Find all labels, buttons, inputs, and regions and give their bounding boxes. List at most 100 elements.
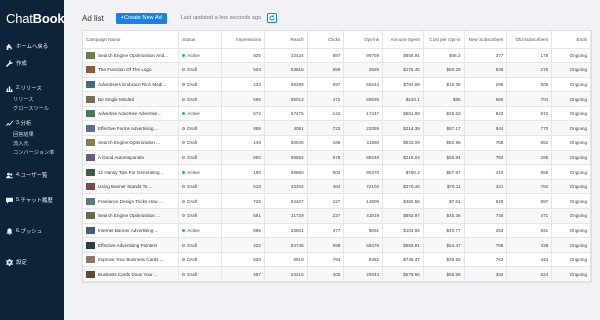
sidebar-item-label: 作成	[16, 61, 27, 67]
new-subscribers-cell: 798	[464, 237, 508, 253]
sidebar-sub-inflow[interactable]: 流入元	[0, 139, 64, 148]
create-new-ad-button[interactable]: +Create New Ad	[115, 12, 167, 24]
campaign-name-cell[interactable]: A Good Autoresponder	[83, 150, 180, 166]
opt-ins-cell: 99759	[343, 48, 384, 64]
campaign-name[interactable]: Advertisers Embrace Rich Medi...	[98, 82, 166, 87]
impressions-cell: 725	[221, 193, 265, 210]
old-subscribers-cell: 624	[506, 266, 553, 282]
table-row[interactable]: Effective Advertising Pointers Draft 422 84…	[83, 237, 591, 253]
column-header-new-subscribers[interactable]: New Subscribers	[464, 31, 508, 49]
campaign-name[interactable]: Internet Banner Advertising ...	[98, 228, 159, 233]
campaign-name-cell[interactable]: Advertisers Embrace Rich Medi...	[83, 77, 180, 93]
campaign-name[interactable]: The Function Of The Logo	[98, 67, 152, 72]
table-row[interactable]: Business Cards Dous Your ... Draft 497 2421…	[83, 266, 591, 282]
sidebar-item-release[interactable]: 2. リリース	[0, 81, 64, 95]
sidebar-item-create[interactable]: 作成	[0, 56, 64, 70]
campaign-name-cell[interactable]: 12 Handy Tips For Generating ...	[83, 164, 180, 180]
amount-spent-cell: $790.2	[382, 164, 424, 180]
column-header-cost-per-opt-in[interactable]: Cost per Opt-in	[423, 31, 465, 49]
column-header-ends[interactable]: Ends	[551, 31, 591, 49]
campaign-name-cell[interactable]: Using Banner Stands To ...	[83, 179, 180, 195]
cost-per-opt-in-cell: $40.77	[423, 223, 465, 239]
table-row[interactable]: Using Banner Stands To ... Draft 618 43204 4…	[83, 179, 591, 195]
column-header-clicks[interactable]: Clicks	[307, 31, 345, 49]
campaign-name[interactable]: 12 Handy Tips For Generating ...	[98, 170, 165, 175]
campaign-name[interactable]: Be Single Minded	[98, 97, 134, 102]
campaign-name-cell[interactable]: Freelance Design Tricks How ...	[83, 193, 180, 210]
table-row[interactable]: Search Engine Optimization ... Draft 149 50…	[83, 135, 591, 151]
campaign-thumbnail	[86, 270, 95, 278]
column-header-impressions[interactable]: Impressions	[221, 31, 265, 49]
campaign-name[interactable]: Business Cards Dous Your ...	[98, 272, 158, 277]
table-row[interactable]: Be Single Minded Draft 596 85013 472 69826 $23…	[83, 91, 591, 107]
campaign-name-cell[interactable]: Be Single Minded	[83, 91, 180, 107]
old-subscribers-cell: 955	[506, 164, 553, 180]
impressions-cell: 497	[221, 266, 265, 282]
sidebar-item-home[interactable]: ホームへ戻る	[0, 39, 64, 53]
campaign-name[interactable]: Search Engine Optimization ...	[98, 213, 160, 218]
campaign-thumbnail	[86, 256, 95, 264]
ends-cell: Ongoing	[551, 223, 591, 239]
logo-suffix: Book	[32, 10, 65, 26]
sidebar-item-analysis[interactable]: 3. 分析	[0, 116, 64, 130]
table-row[interactable]: Effective Forms Advertising ... Draft 888 4…	[83, 120, 591, 137]
status-dot-icon	[182, 199, 186, 203]
campaign-name-cell[interactable]: Search Engine Optimization ...	[83, 208, 180, 224]
sidebar-sub-results[interactable]: 回答結果	[0, 130, 64, 139]
campaign-name-cell[interactable]: Search Engine Optimization And...	[83, 48, 180, 64]
campaign-name[interactable]: Search Engine Optimization ...	[98, 140, 160, 145]
sidebar-sub-growth-tools[interactable]: グロースツール	[0, 104, 64, 113]
column-header-old-subscribers[interactable]: Old Subscribers	[506, 31, 553, 49]
table-row[interactable]: Internet Banner Advertising ... Active 895…	[83, 223, 591, 239]
campaign-name-cell[interactable]: The Function Of The Logo	[83, 62, 180, 78]
logo[interactable]: Chat Book	[0, 0, 65, 36]
campaign-name-cell[interactable]: Business Cards Dous Your ...	[83, 266, 180, 282]
status-cell: Active	[178, 164, 223, 180]
campaign-name-cell[interactable]: Advertise Advertise Advertise...	[83, 106, 180, 122]
impressions-cell: 581	[221, 208, 265, 224]
sidebar-item-settings[interactable]: 設定	[0, 255, 64, 269]
sidebar-sub-conversion[interactable]: コンバージョン率	[0, 148, 64, 157]
campaign-name-cell[interactable]: Improve Your Business Cards ...	[83, 252, 180, 268]
new-subscribers-cell: 263	[464, 223, 508, 239]
campaign-name[interactable]: Effective Advertising Pointers	[98, 243, 157, 248]
campaign-name-cell[interactable]: Internet Banner Advertising ...	[83, 223, 180, 239]
column-header-campaign-name[interactable]: Campaign Name	[83, 31, 180, 49]
campaign-name[interactable]: Advertise Advertise Advertise...	[98, 111, 161, 116]
table-row[interactable]: Search Engine Optimization And... Active 9…	[83, 48, 591, 64]
refresh-button[interactable]	[267, 13, 278, 23]
table-row[interactable]: Advertise Advertise Advertise... Active 57…	[83, 106, 591, 122]
campaign-name[interactable]: Using Banner Stands To ...	[98, 184, 153, 189]
cost-per-opt-in-cell: $55.89	[423, 266, 465, 282]
table-row[interactable]: Search Engine Optimization ... Draft 581 31…	[83, 208, 591, 224]
table-row[interactable]: Advertisers Embrace Rich Medi... Draft 233…	[83, 77, 591, 93]
campaign-name[interactable]: Effective Forms Advertising ...	[98, 126, 159, 131]
column-header-reach[interactable]: Reach	[264, 31, 308, 49]
table-row[interactable]: Improve Your Business Cards ... Draft 520 6…	[83, 252, 591, 268]
new-subscribers-cell: 763	[464, 252, 508, 268]
sidebar-item-push[interactable]: 6. プッシュ	[0, 224, 64, 238]
campaign-name-cell[interactable]: Effective Advertising Pointers	[83, 237, 180, 253]
campaign-name[interactable]: Improve Your Business Cards ...	[98, 257, 164, 262]
campaign-name[interactable]: Freelance Design Tricks How ...	[98, 199, 163, 204]
table-row[interactable]: A Good Autoresponder Draft 850 95864 578 9824…	[83, 150, 591, 166]
sidebar-sub-release[interactable]: リリース	[0, 95, 64, 104]
sidebar-item-users[interactable]: 4. ユーザー覧	[0, 168, 64, 182]
status-cell: Draft	[178, 252, 223, 268]
table-row[interactable]: Freelance Design Tricks How ... Draft 725 8…	[83, 193, 591, 210]
campaign-name[interactable]: A Good Autoresponder	[98, 155, 144, 160]
sidebar-item-chat-history[interactable]: 5. チャット履歴	[0, 193, 64, 207]
campaign-name[interactable]: Search Engine Optimization And...	[98, 53, 168, 58]
table-row[interactable]: The Function Of The Logo Draft 504 53815 859…	[83, 62, 591, 78]
column-header-status[interactable]: Status	[178, 31, 223, 49]
cost-per-opt-in-cell: $56.84	[423, 150, 465, 166]
table-row[interactable]: 12 Handy Tips For Generating ... Active 19…	[83, 164, 591, 180]
column-header-amount-spent[interactable]: Amount-Spent	[382, 31, 424, 49]
campaign-name-cell[interactable]: Search Engine Optimization ...	[83, 135, 180, 151]
opt-ins-cell: 14809	[343, 193, 384, 210]
reach-cell: 58298	[264, 77, 308, 93]
campaign-name-cell[interactable]: Effective Forms Advertising ...	[83, 120, 180, 137]
impressions-cell: 190	[221, 164, 265, 180]
clicks-cell: 227	[307, 193, 345, 210]
column-header-opt-ins[interactable]: Opt-ins	[343, 31, 384, 49]
